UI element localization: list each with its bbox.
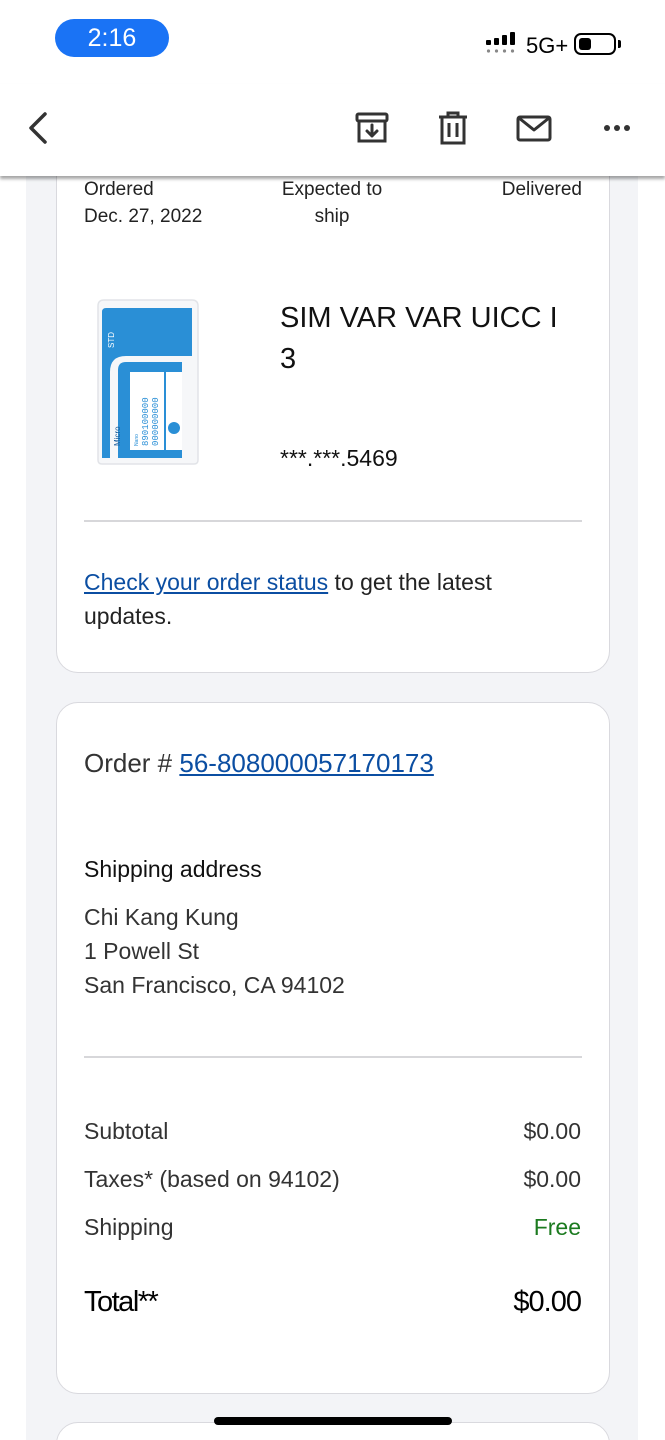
trash-icon[interactable] bbox=[433, 108, 473, 148]
sim-iccid-line-1: 890100000 bbox=[141, 397, 151, 446]
shipping-name: Chi Kang Kung bbox=[84, 904, 239, 930]
step-ordered-label: Ordered bbox=[84, 179, 154, 200]
subtotal-value: $0.00 bbox=[523, 1118, 581, 1144]
battery-tip bbox=[618, 40, 621, 48]
status-bar: 2:16 5G+ bbox=[0, 0, 665, 84]
product-phone-number: ***.***.5469 bbox=[280, 445, 398, 471]
cellular-signal-icon bbox=[486, 32, 515, 53]
order-number-line: Order # 56-808000057170173 bbox=[84, 748, 434, 779]
taxes-value: $0.00 bbox=[523, 1166, 581, 1192]
divider bbox=[84, 520, 582, 522]
order-status-message: Check your order status to get the lates… bbox=[84, 565, 554, 633]
sim-micro-text: Micro bbox=[113, 426, 122, 446]
battery-icon bbox=[574, 33, 616, 55]
email-toolbar bbox=[0, 84, 665, 176]
back-icon[interactable] bbox=[18, 108, 58, 148]
total-label: Total** bbox=[84, 1286, 159, 1318]
divider bbox=[84, 1056, 582, 1058]
archive-icon[interactable] bbox=[352, 108, 392, 148]
subtotal-label: Subtotal bbox=[84, 1118, 169, 1144]
shipping-address-heading: Shipping address bbox=[84, 856, 262, 882]
shipping-street: 1 Powell St bbox=[84, 938, 200, 964]
check-order-status-link[interactable]: Check your order status bbox=[84, 569, 328, 595]
network-type: 5G+ bbox=[526, 33, 569, 58]
shipping-city: San Francisco, CA 94102 bbox=[84, 972, 345, 998]
sim-std-text: STD bbox=[107, 332, 116, 348]
order-number-link[interactable]: 56-808000057170173 bbox=[179, 748, 433, 778]
taxes-label: Taxes* (based on 94102) bbox=[84, 1166, 340, 1192]
total-value: $0.00 bbox=[513, 1286, 582, 1318]
order-number-label: Order # bbox=[84, 748, 180, 778]
step-expected-label: Expected to ship bbox=[281, 179, 383, 227]
product-name: SIM VAR VAR UICC I 3 bbox=[280, 302, 558, 375]
mail-icon[interactable] bbox=[514, 108, 554, 148]
more-icon[interactable] bbox=[598, 108, 638, 148]
sim-iccid-line-2: 000000000 bbox=[151, 397, 161, 446]
shipping-cost-value: Free bbox=[533, 1214, 581, 1240]
step-ordered-date: Dec. 27, 2022 bbox=[84, 206, 203, 227]
sim-nano-text: Nano bbox=[134, 434, 140, 446]
status-time: 2:16 bbox=[55, 19, 169, 57]
step-delivered-label: Delivered bbox=[501, 179, 582, 200]
shipping-cost-label: Shipping bbox=[84, 1214, 174, 1240]
home-indicator[interactable] bbox=[214, 1417, 452, 1425]
sim-card-image: STD Micro Nano 890100000 000000000 bbox=[97, 299, 199, 465]
